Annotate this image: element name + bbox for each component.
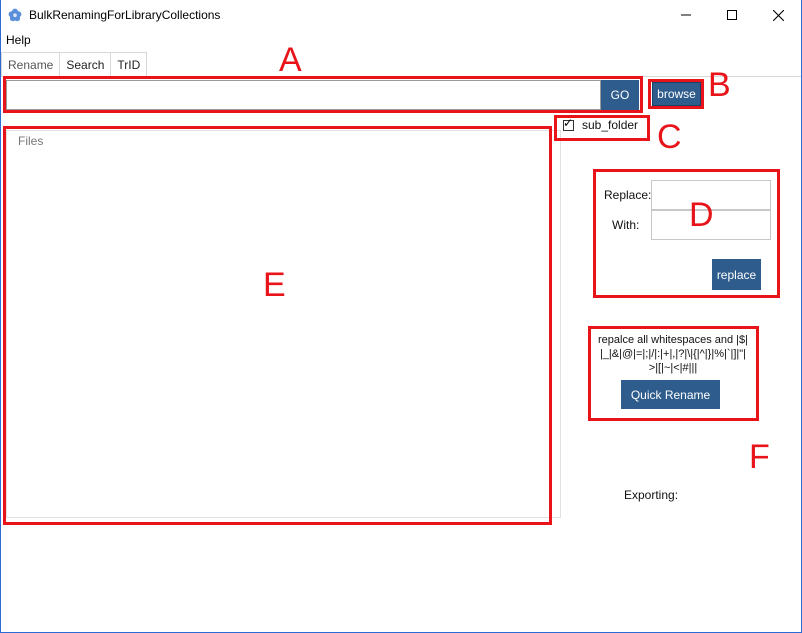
annotation-letter-f: F: [749, 438, 770, 476]
close-icon: [772, 9, 784, 21]
annotation-box-b: [648, 79, 704, 109]
app-window: BulkRenamingForLibraryCollections Help R…: [0, 0, 802, 633]
menu-bar: Help: [1, 30, 801, 50]
app-flower-icon: [8, 8, 22, 22]
annotation-letter-c: C: [657, 118, 682, 156]
close-button[interactable]: [755, 0, 801, 30]
maximize-icon: [727, 10, 737, 20]
tab-search[interactable]: Search: [59, 52, 112, 77]
menu-help[interactable]: Help: [6, 33, 31, 47]
minimize-button[interactable]: [663, 0, 709, 30]
exporting-status: Exporting:: [624, 488, 679, 502]
annotation-letter-d: D: [689, 196, 714, 234]
annotation-box-f: [588, 326, 759, 421]
annotation-letter-e: E: [263, 266, 286, 304]
tab-strip: Rename Search TrID: [1, 52, 148, 77]
tab-rename[interactable]: Rename: [1, 52, 61, 77]
annotation-box-d: [593, 169, 780, 298]
annotation-letter-b: B: [708, 66, 731, 104]
annotation-box-e: [3, 126, 552, 525]
maximize-button[interactable]: [709, 0, 755, 30]
annotation-box-c: [554, 115, 650, 141]
title-bar: BulkRenamingForLibraryCollections: [1, 0, 801, 30]
annotation-box-a: [3, 76, 643, 113]
minimize-icon: [681, 14, 691, 16]
window-title: BulkRenamingForLibraryCollections: [29, 8, 221, 22]
annotation-letter-a: A: [279, 41, 302, 79]
tab-trid[interactable]: TrID: [110, 52, 148, 77]
